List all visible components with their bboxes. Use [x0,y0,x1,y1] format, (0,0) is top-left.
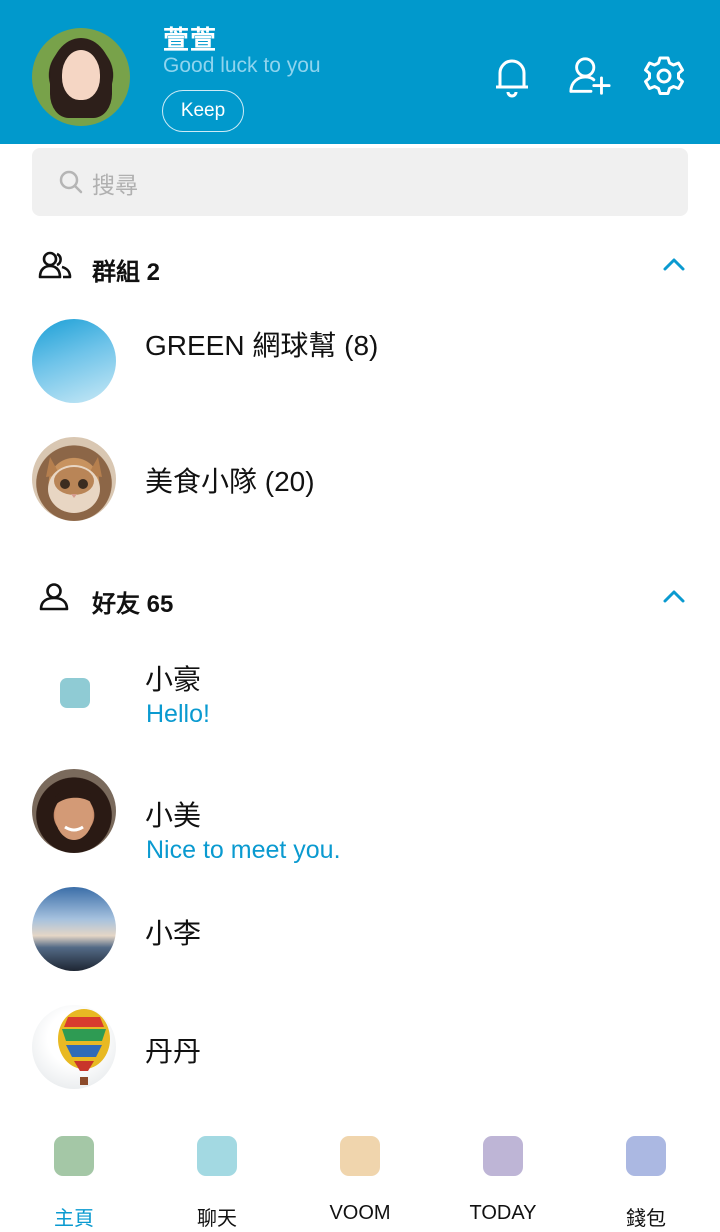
groups-icon [38,250,72,285]
nav-today[interactable]: TODAY [443,1136,563,1232]
nav-wallet-label: 錢包 [626,1208,666,1230]
friend-row[interactable]: 小豪 Hello! [0,650,720,740]
friend-name: 小美 [145,800,202,831]
wallet-icon [626,1136,666,1176]
group-name: GREEN 網球幫 (8) [145,330,379,361]
nav-chats-label: 聊天 [197,1208,237,1230]
group-name: 美食小隊 (20) [145,466,315,497]
today-icon [483,1136,523,1176]
friend-status-message: Nice to meet you. [146,836,341,864]
add-friend-icon[interactable] [568,54,612,98]
groups-section-header[interactable]: 群組 2 [0,242,720,292]
friends-section-header[interactable]: 好友 65 [0,574,720,624]
friend-avatar [32,769,116,853]
nav-voom[interactable]: VOOM [300,1136,420,1232]
profile-status-message[interactable]: Good luck to you [163,54,321,78]
voom-icon [340,1136,380,1176]
keep-button[interactable]: Keep [162,90,244,132]
profile-name[interactable]: 萱萱 [163,20,217,57]
friend-avatar-sky [32,887,116,971]
nav-today-label: TODAY [469,1202,537,1224]
friend-row[interactable]: 小李 [0,886,720,976]
nav-wallet[interactable]: 錢包 [586,1136,706,1232]
bell-icon[interactable] [490,54,534,98]
cat-image [46,457,102,513]
group-row[interactable]: GREEN 網球幫 (8) [0,318,720,408]
group-row[interactable]: 美食小隊 (20) [0,436,720,526]
settings-gear-icon[interactable] [642,54,686,98]
friend-row[interactable]: 小美 Nice to meet you. [0,768,720,864]
profile-header: 萱萱 Good luck to you Keep [0,0,720,144]
friend-avatar-placeholder [60,678,90,708]
friend-row[interactable]: 丹丹 [0,1004,720,1094]
profile-avatar[interactable] [32,28,130,126]
chevron-up-icon[interactable] [662,256,686,277]
chevron-up-icon[interactable] [662,588,686,609]
friends-section-title: 好友 65 [92,591,174,618]
nav-chats[interactable]: 聊天 [157,1136,277,1232]
friend-name: 小李 [145,918,202,949]
groups-section-title: 群組 2 [92,259,161,286]
nav-home[interactable]: 主頁 [14,1136,134,1232]
chat-icon [197,1136,237,1176]
home-icon [54,1136,94,1176]
friend-name: 丹丹 [145,1036,202,1067]
nav-home-label: 主頁 [54,1208,94,1230]
group-avatar-cat [32,437,116,521]
friend-icon [38,582,70,617]
search-icon [58,169,84,200]
friend-status-message: Hello! [146,700,210,728]
group-avatar [32,319,116,403]
nav-voom-label: VOOM [329,1202,391,1224]
friend-name: 小豪 [145,664,202,695]
search-placeholder: 搜尋 [92,172,138,198]
friend-avatar-balloon [32,1005,116,1089]
hot-air-balloon-image [58,1009,110,1085]
woman-image [52,787,96,840]
